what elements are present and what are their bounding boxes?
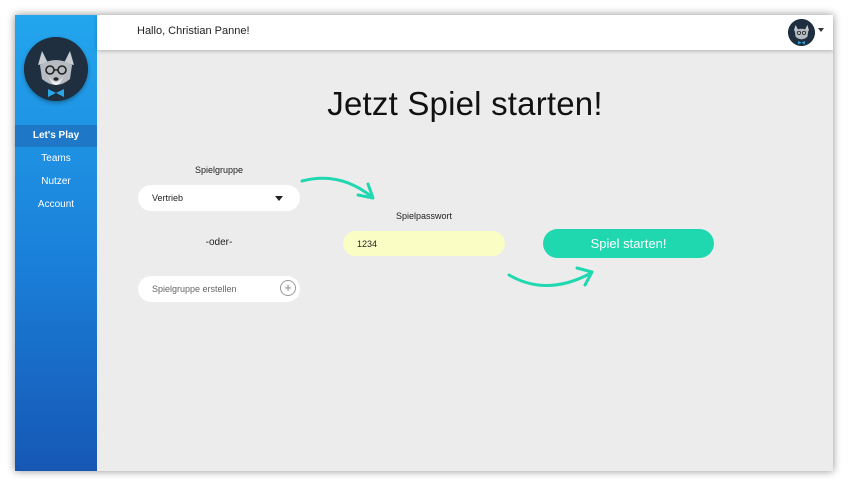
dropdown-caret-icon[interactable]	[818, 28, 824, 32]
sidebar-item-nutzer[interactable]: Nutzer	[15, 171, 97, 193]
sidebar: Let's Play Teams Nutzer Account	[15, 15, 97, 471]
greeting-text: Hallo, Christian Panne!	[137, 25, 250, 37]
plus-circle-icon[interactable]: +	[280, 280, 296, 296]
or-separator: -oder-	[205, 237, 233, 248]
start-game-button[interactable]: Spiel starten!	[543, 229, 714, 258]
sidebar-item-lets-play[interactable]: Let's Play	[15, 125, 97, 147]
page-title: Jetzt Spiel starten!	[327, 85, 603, 122]
arrow-icon	[300, 176, 375, 200]
app-window: Let's Play Teams Nutzer Account Hallo, C…	[15, 15, 833, 471]
sidebar-item-teams[interactable]: Teams	[15, 148, 97, 170]
chevron-down-icon	[275, 196, 283, 201]
sidebar-nav: Let's Play Teams Nutzer Account	[15, 125, 97, 217]
password-input[interactable]	[343, 231, 505, 256]
wolf-logo-icon[interactable]	[24, 37, 88, 101]
avatar-icon[interactable]	[788, 19, 815, 46]
create-group-placeholder: Spielgruppe erstellen	[152, 284, 237, 294]
group-select-value: Vertrieb	[152, 193, 184, 203]
group-label: Spielgruppe	[194, 165, 244, 175]
group-select[interactable]: Vertrieb	[138, 185, 300, 211]
create-group-field[interactable]: Spielgruppe erstellen +	[138, 276, 300, 302]
top-bar: Hallo, Christian Panne!	[97, 15, 833, 50]
arrow-icon	[507, 266, 594, 287]
sidebar-item-account[interactable]: Account	[15, 194, 97, 216]
password-label: Spielpasswort	[395, 211, 453, 221]
